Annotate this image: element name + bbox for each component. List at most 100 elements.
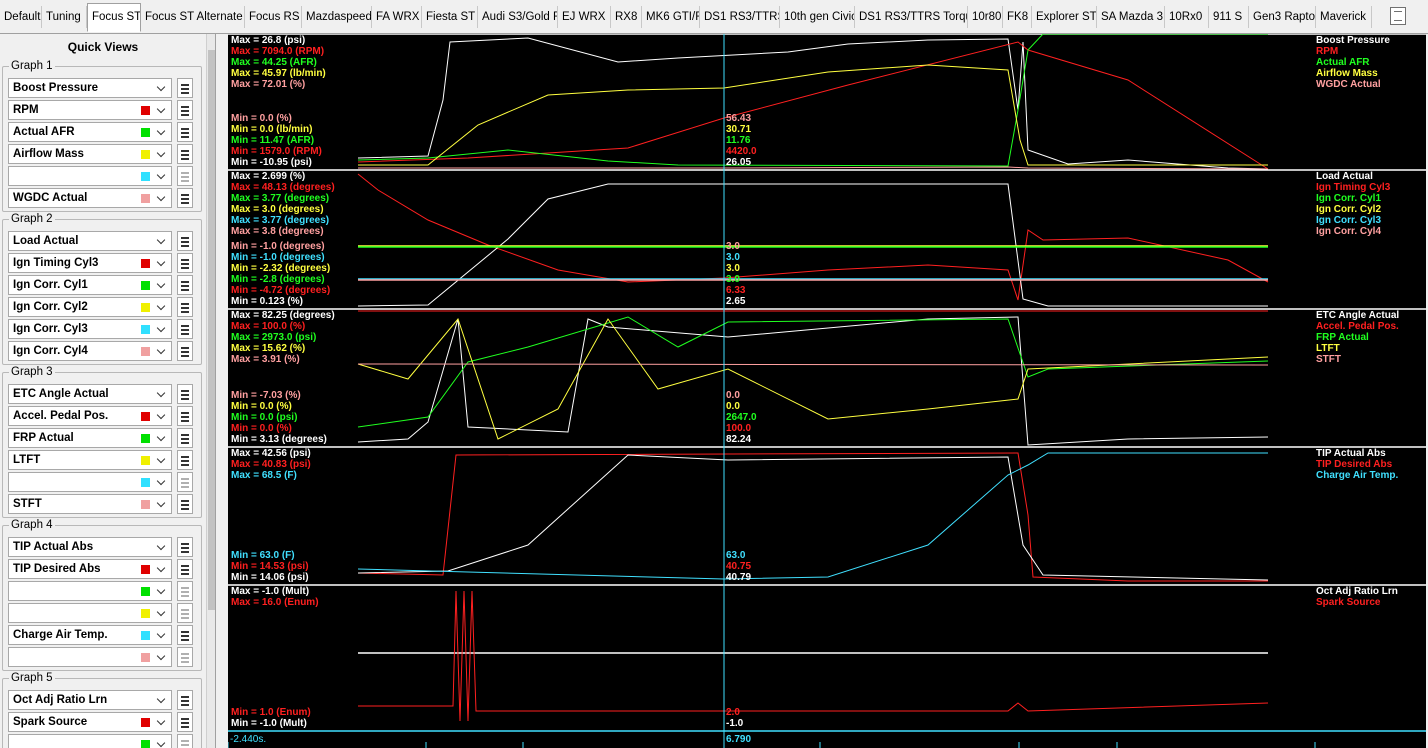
page-layout-icon[interactable]	[1390, 7, 1406, 25]
channel-menu-button[interactable]	[177, 144, 193, 164]
channel-menu-button[interactable]	[177, 647, 193, 667]
tab-maverick[interactable]: Maverick	[1316, 6, 1372, 28]
channel-menu-button[interactable]	[177, 559, 193, 579]
tab-mazdaspeed[interactable]: Mazdaspeed	[302, 6, 372, 28]
channel-menu-button[interactable]	[177, 122, 193, 142]
chevron-down-icon[interactable]	[153, 145, 171, 163]
channel-select[interactable]: Oct Adj Ratio Lrn	[8, 690, 172, 710]
tab-ej-wrx[interactable]: EJ WRX	[558, 6, 611, 28]
channel-menu-button[interactable]	[177, 494, 193, 514]
channel-select[interactable]	[8, 581, 172, 601]
tab-10r80[interactable]: 10r80	[968, 6, 1003, 28]
chevron-down-icon[interactable]	[153, 495, 171, 513]
sidebar-scroll-thumb[interactable]	[208, 50, 215, 610]
channel-select[interactable]: FRP Actual	[8, 428, 172, 448]
channel-select[interactable]	[8, 472, 172, 492]
channel-select[interactable]: Accel. Pedal Pos.	[8, 406, 172, 426]
channel-select[interactable]	[8, 734, 172, 748]
chevron-down-icon[interactable]	[153, 473, 171, 491]
channel-select[interactable]: Ign Corr. Cyl4	[8, 341, 172, 361]
tab-explorer-st[interactable]: Explorer ST	[1032, 6, 1097, 28]
channel-menu-button[interactable]	[177, 734, 193, 748]
channel-menu-button[interactable]	[177, 450, 193, 470]
chevron-down-icon[interactable]	[153, 713, 171, 731]
channel-menu-button[interactable]	[177, 472, 193, 492]
tab-rx8[interactable]: RX8	[611, 6, 642, 28]
channel-select[interactable]: Boost Pressure	[8, 78, 172, 98]
channel-menu-button[interactable]	[177, 231, 193, 251]
channel-menu-button[interactable]	[177, 537, 193, 557]
channel-menu-button[interactable]	[177, 319, 193, 339]
channel-select[interactable]: TIP Desired Abs	[8, 559, 172, 579]
channel-select[interactable]: Airflow Mass	[8, 144, 172, 164]
graph-canvas[interactable]	[228, 34, 1426, 748]
channel-menu-button[interactable]	[177, 625, 193, 645]
channel-select[interactable]: Ign Timing Cyl3	[8, 253, 172, 273]
chevron-down-icon[interactable]	[153, 385, 171, 403]
channel-select[interactable]: Actual AFR	[8, 122, 172, 142]
channel-menu-button[interactable]	[177, 188, 193, 208]
chevron-down-icon[interactable]	[153, 538, 171, 556]
chevron-down-icon[interactable]	[153, 276, 171, 294]
channel-select[interactable]	[8, 603, 172, 623]
channel-select[interactable]	[8, 166, 172, 186]
channel-menu-button[interactable]	[177, 341, 193, 361]
chevron-down-icon[interactable]	[153, 342, 171, 360]
channel-menu-button[interactable]	[177, 384, 193, 404]
chevron-down-icon[interactable]	[153, 79, 171, 97]
channel-select[interactable]: TIP Actual Abs	[8, 537, 172, 557]
tab-fa-wrx[interactable]: FA WRX	[372, 6, 422, 28]
chevron-down-icon[interactable]	[153, 298, 171, 316]
chevron-down-icon[interactable]	[153, 407, 171, 425]
tab-ds1-rs3-ttrs-torque[interactable]: DS1 RS3/TTRS Torque	[855, 6, 968, 28]
chevron-down-icon[interactable]	[153, 604, 171, 622]
chevron-down-icon[interactable]	[153, 123, 171, 141]
chevron-down-icon[interactable]	[153, 626, 171, 644]
tab-gen3-raptor[interactable]: Gen3 Raptor	[1249, 6, 1316, 28]
channel-select[interactable]: Ign Corr. Cyl3	[8, 319, 172, 339]
channel-select[interactable]	[8, 647, 172, 667]
channel-menu-button[interactable]	[177, 581, 193, 601]
channel-select[interactable]: Charge Air Temp.	[8, 625, 172, 645]
tab-911-s[interactable]: 911 S	[1209, 6, 1249, 28]
channel-select[interactable]: LTFT	[8, 450, 172, 470]
graph-area[interactable]: Max = 26.8 (psi) Max = 7094.0 (RPM) Max = …	[228, 34, 1426, 748]
chevron-down-icon[interactable]	[153, 560, 171, 578]
channel-select[interactable]: Spark Source	[8, 712, 172, 732]
chevron-down-icon[interactable]	[153, 320, 171, 338]
tab-10rx0[interactable]: 10Rx0	[1165, 6, 1209, 28]
chevron-down-icon[interactable]	[153, 735, 171, 748]
channel-menu-button[interactable]	[177, 166, 193, 186]
channel-menu-button[interactable]	[177, 603, 193, 623]
channel-select[interactable]: Ign Corr. Cyl1	[8, 275, 172, 295]
chevron-down-icon[interactable]	[153, 101, 171, 119]
tab-ds1-rs3-ttrs[interactable]: DS1 RS3/TTRS	[700, 6, 780, 28]
channel-menu-button[interactable]	[177, 406, 193, 426]
tab-mk6-gti-r[interactable]: MK6 GTI/R	[642, 6, 700, 28]
tab-focus-st-alternate[interactable]: Focus ST Alternate	[141, 6, 245, 28]
chevron-down-icon[interactable]	[153, 429, 171, 447]
tab-sa-mazda-3[interactable]: SA Mazda 3	[1097, 6, 1165, 28]
channel-menu-button[interactable]	[177, 275, 193, 295]
tab-audi-s3-gold-r[interactable]: Audi S3/Gold R	[478, 6, 558, 28]
channel-menu-button[interactable]	[177, 253, 193, 273]
channel-menu-button[interactable]	[177, 712, 193, 732]
channel-menu-button[interactable]	[177, 100, 193, 120]
channel-select[interactable]: ETC Angle Actual	[8, 384, 172, 404]
tab-focus-st[interactable]: Focus ST	[87, 3, 141, 32]
tab-focus-rs[interactable]: Focus RS	[245, 6, 302, 28]
channel-select[interactable]: Load Actual	[8, 231, 172, 251]
sidebar-scrollbar[interactable]	[206, 34, 215, 748]
chevron-down-icon[interactable]	[153, 451, 171, 469]
chevron-down-icon[interactable]	[153, 189, 171, 207]
tab-tuning[interactable]: Tuning	[42, 6, 87, 28]
channel-menu-button[interactable]	[177, 297, 193, 317]
chevron-down-icon[interactable]	[153, 582, 171, 600]
tab-10th-gen-civic[interactable]: 10th gen Civic	[780, 6, 855, 28]
channel-select[interactable]: WGDC Actual	[8, 188, 172, 208]
channel-menu-button[interactable]	[177, 690, 193, 710]
channel-menu-button[interactable]	[177, 78, 193, 98]
tab-fk8[interactable]: FK8	[1003, 6, 1032, 28]
chevron-down-icon[interactable]	[153, 691, 171, 709]
channel-menu-button[interactable]	[177, 428, 193, 448]
